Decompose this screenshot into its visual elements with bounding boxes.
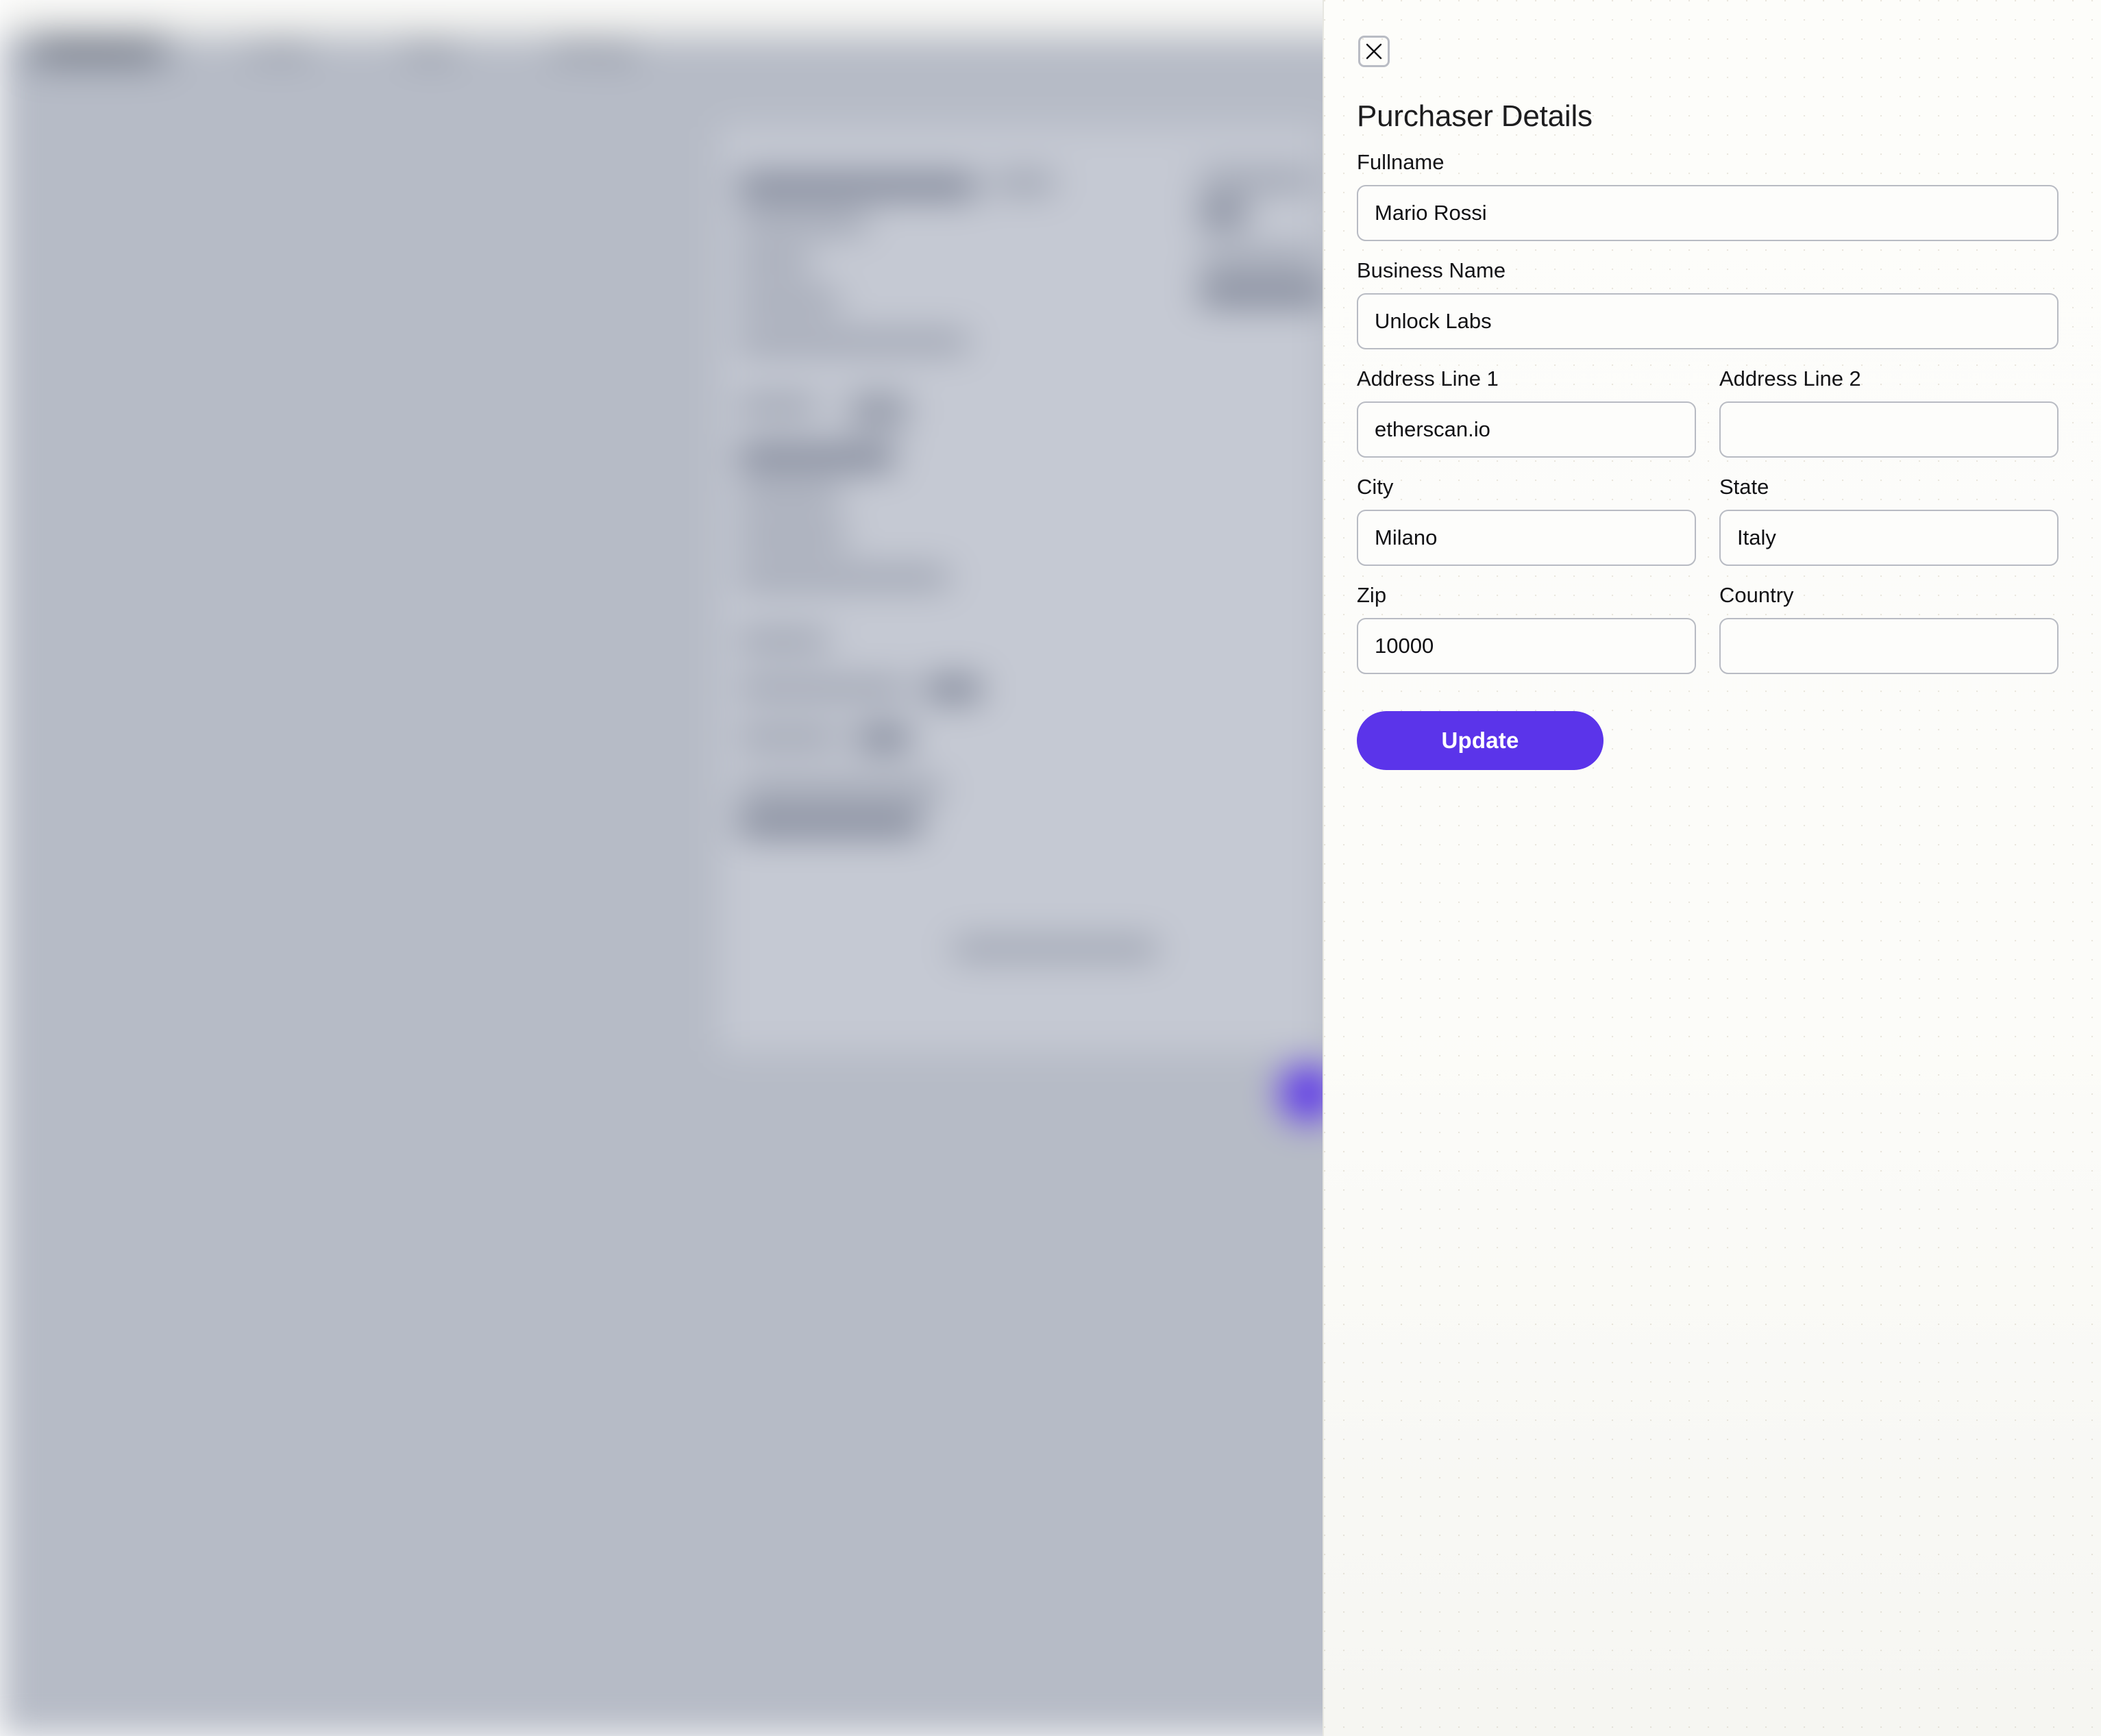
address-line-1-label: Address Line 1 [1357, 367, 1499, 391]
receipt-text-line [737, 680, 909, 697]
receipt-footer [953, 941, 1158, 957]
receipt-badge [850, 395, 907, 427]
city-state-row: City State [1357, 473, 2059, 566]
nav-item-dashboard[interactable]: Dashboard [19, 32, 177, 70]
business-name-label: Business Name [1357, 258, 1506, 283]
receipt-amount [857, 728, 911, 749]
close-drawer-button[interactable] [1358, 36, 1390, 67]
receipt-text-line [737, 294, 840, 310]
receipt-text-line [737, 782, 943, 798]
city-label: City [1357, 474, 1394, 499]
city-input[interactable] [1357, 509, 1696, 566]
close-icon [1365, 42, 1383, 60]
field-state: State [1719, 473, 2059, 566]
receipt-text-line [737, 730, 840, 746]
address-line-2-input[interactable] [1719, 401, 2059, 458]
receipt-preview-card [720, 127, 1326, 1052]
zip-input[interactable] [1357, 617, 1696, 674]
field-address-line-1: Address Line 1 [1357, 364, 1696, 458]
address-line-1-input[interactable] [1357, 401, 1696, 458]
receipt-meta-line [1199, 203, 1247, 224]
address-line-2-label: Address Line 2 [1719, 367, 1861, 391]
purchaser-details-drawer: Purchaser Details Fullname Business Name… [1323, 0, 2101, 1736]
state-input[interactable] [1719, 509, 2059, 566]
field-business-name: Business Name [1357, 256, 2059, 350]
receipt-text-line [737, 214, 868, 231]
receipt-meta-line [1199, 251, 1319, 268]
receipt-text-line [737, 334, 969, 350]
receipt-text-line [737, 490, 841, 506]
update-button[interactable]: Update [1357, 710, 1604, 770]
receipt-amount [925, 679, 981, 699]
receipt-text-line [737, 632, 829, 649]
address-row: Address Line 1 Address Line 2 [1357, 364, 2059, 458]
zip-label: Zip [1357, 582, 1387, 607]
receipt-text-line [737, 569, 950, 586]
nav-item-label: Keys [406, 39, 457, 62]
field-fullname: Fullname [1357, 148, 2059, 242]
receipt-total [737, 813, 922, 834]
receipt-text-line [994, 175, 1055, 191]
field-zip: Zip [1357, 581, 1696, 674]
nav-item-label: Settings [552, 39, 637, 62]
nav-item-label: Locks [249, 39, 310, 62]
business-name-input[interactable] [1357, 293, 2059, 350]
receipt-text-line [737, 398, 818, 414]
nav-item-locks[interactable]: Locks [225, 32, 333, 70]
country-label: Country [1719, 582, 1794, 607]
app-root: Dashboard Locks Keys Settings Purchaser … [0, 0, 2101, 1736]
field-address-line-2: Address Line 2 [1719, 364, 2059, 458]
field-country: Country [1719, 581, 2059, 674]
page-title: Purchaser Details [1357, 99, 1593, 133]
receipt-meta-line [1199, 283, 1326, 303]
receipt-text-line [737, 254, 811, 271]
nav-item-keys[interactable]: Keys [382, 32, 480, 70]
field-city: City [1357, 473, 1696, 566]
nav-item-settings[interactable]: Settings [529, 32, 659, 70]
country-input[interactable] [1719, 617, 2059, 674]
zip-country-row: Zip Country [1357, 581, 2059, 674]
receipt-text-line [737, 176, 977, 197]
receipt-text-line [737, 530, 847, 546]
state-label: State [1719, 474, 1769, 499]
nav-item-label: Dashboard [42, 39, 153, 62]
fullname-label: Fullname [1357, 150, 1445, 175]
receipt-meta-line [1199, 172, 1316, 188]
receipt-text-line [737, 447, 895, 468]
fullname-input[interactable] [1357, 185, 2059, 242]
